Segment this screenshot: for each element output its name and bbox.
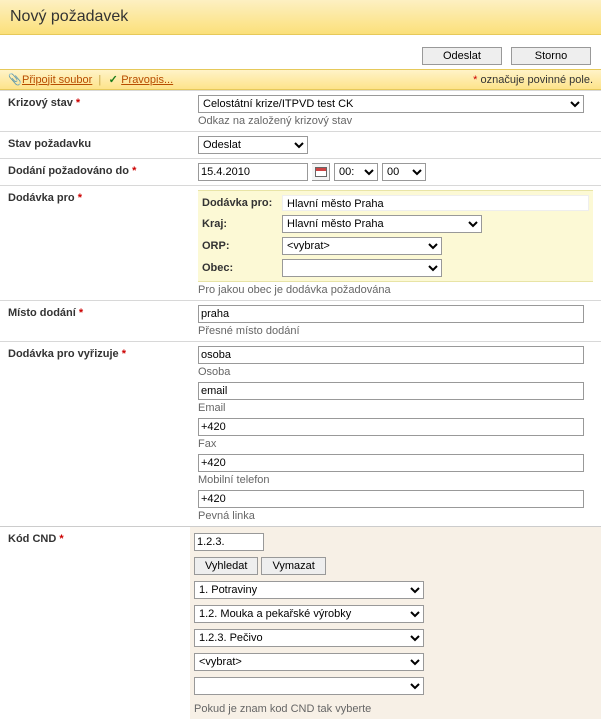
cnd-select-5[interactable] <box>194 677 424 695</box>
separator: | <box>98 74 101 86</box>
email-hint: Email <box>198 402 593 414</box>
due-min-select[interactable]: 00 <box>382 163 426 181</box>
status-select[interactable]: Odeslat <box>198 136 308 154</box>
calendar-icon[interactable] <box>312 163 330 181</box>
cnd-select-3[interactable]: 1.2.3. Pečivo <box>194 629 424 647</box>
row-crisis: Krizový stav * Celostátní krize/ITPVD te… <box>0 90 601 131</box>
cnd-select-4[interactable]: <vybrat> <box>194 653 424 671</box>
delfor-hint: Pro jakou obec je dodávka požadována <box>198 284 593 296</box>
place-label: Místo dodání * <box>8 305 198 319</box>
cnd-hint: Pokud je znam kod CND tak vyberte <box>194 703 597 715</box>
row-status: Stav požadavku Odeslat <box>0 131 601 158</box>
title-bar: Nový požadavek <box>0 0 601 35</box>
email-input[interactable] <box>198 382 584 400</box>
obec-select[interactable] <box>282 259 442 277</box>
cnd-clear-button[interactable]: Vymazat <box>261 557 325 575</box>
row-place: Místo dodání * Přesné místo dodání <box>0 300 601 341</box>
orp-sub-label: ORP: <box>202 240 282 252</box>
obec-sub-label: Obec: <box>202 262 282 274</box>
cnd-select-2[interactable]: 1.2. Mouka a pekařské výrobky <box>194 605 424 623</box>
delfor-block: Dodávka pro: Hlavní město Praha Kraj: Hl… <box>198 190 593 282</box>
due-date-input[interactable] <box>198 163 308 181</box>
region-sub-label: Kraj: <box>202 218 282 230</box>
handler-label: Dodávka pro vyřizuje * <box>8 346 198 360</box>
required-note: * označuje povinné pole. <box>473 74 593 86</box>
delfor-sub-label: Dodávka pro: <box>202 197 282 209</box>
landline-input[interactable] <box>198 490 584 508</box>
status-label: Stav požadavku <box>8 136 198 150</box>
toolbar: 📎 Připojit soubor | ✓ Pravopis... * ozna… <box>0 69 601 90</box>
crisis-select[interactable]: Celostátní krize/ITPVD test CK <box>198 95 584 113</box>
form: Krizový stav * Celostátní krize/ITPVD te… <box>0 90 601 719</box>
cancel-button[interactable]: Storno <box>511 47 591 65</box>
send-button[interactable]: Odeslat <box>422 47 502 65</box>
person-input[interactable] <box>198 346 584 364</box>
place-input[interactable] <box>198 305 584 323</box>
paperclip-icon: 📎 <box>8 73 20 86</box>
row-delfor: Dodávka pro * Dodávka pro: Hlavní město … <box>0 185 601 300</box>
crisis-label: Krizový stav * <box>8 95 198 109</box>
mobile-hint: Mobilní telefon <box>198 474 593 486</box>
due-hour-select[interactable]: 00: <box>334 163 378 181</box>
row-handler: Dodávka pro vyřizuje * Osoba Email Fax M… <box>0 341 601 526</box>
cnd-code-input[interactable] <box>194 533 264 551</box>
landline-hint: Pevná linka <box>198 510 593 522</box>
crisis-hint: Odkaz na založený krizový stav <box>198 115 593 127</box>
delfor-label: Dodávka pro * <box>8 190 198 204</box>
delfor-value: Hlavní město Praha <box>282 195 589 211</box>
mobile-input[interactable] <box>198 454 584 472</box>
fax-input[interactable] <box>198 418 584 436</box>
due-label: Dodání požadováno do * <box>8 163 198 177</box>
attach-link[interactable]: Připojit soubor <box>22 74 92 86</box>
fax-hint: Fax <box>198 438 593 450</box>
cnd-search-button[interactable]: Vyhledat <box>194 557 258 575</box>
cnd-label: Kód CND * <box>0 527 190 545</box>
place-hint: Přesné místo dodání <box>198 325 593 337</box>
person-hint: Osoba <box>198 366 593 378</box>
cnd-select-1[interactable]: 1. Potraviny <box>194 581 424 599</box>
check-icon: ✓ <box>107 73 119 86</box>
spellcheck-link[interactable]: Pravopis... <box>121 74 173 86</box>
action-buttons: Odeslat Storno <box>0 35 601 69</box>
row-cnd: Kód CND * Vyhledat Vymazat 1. Potraviny … <box>0 526 601 719</box>
page-title: Nový požadavek <box>10 8 591 26</box>
row-due: Dodání požadováno do * 00: 00 <box>0 158 601 185</box>
orp-select[interactable]: <vybrat> <box>282 237 442 255</box>
region-select[interactable]: Hlavní město Praha <box>282 215 482 233</box>
